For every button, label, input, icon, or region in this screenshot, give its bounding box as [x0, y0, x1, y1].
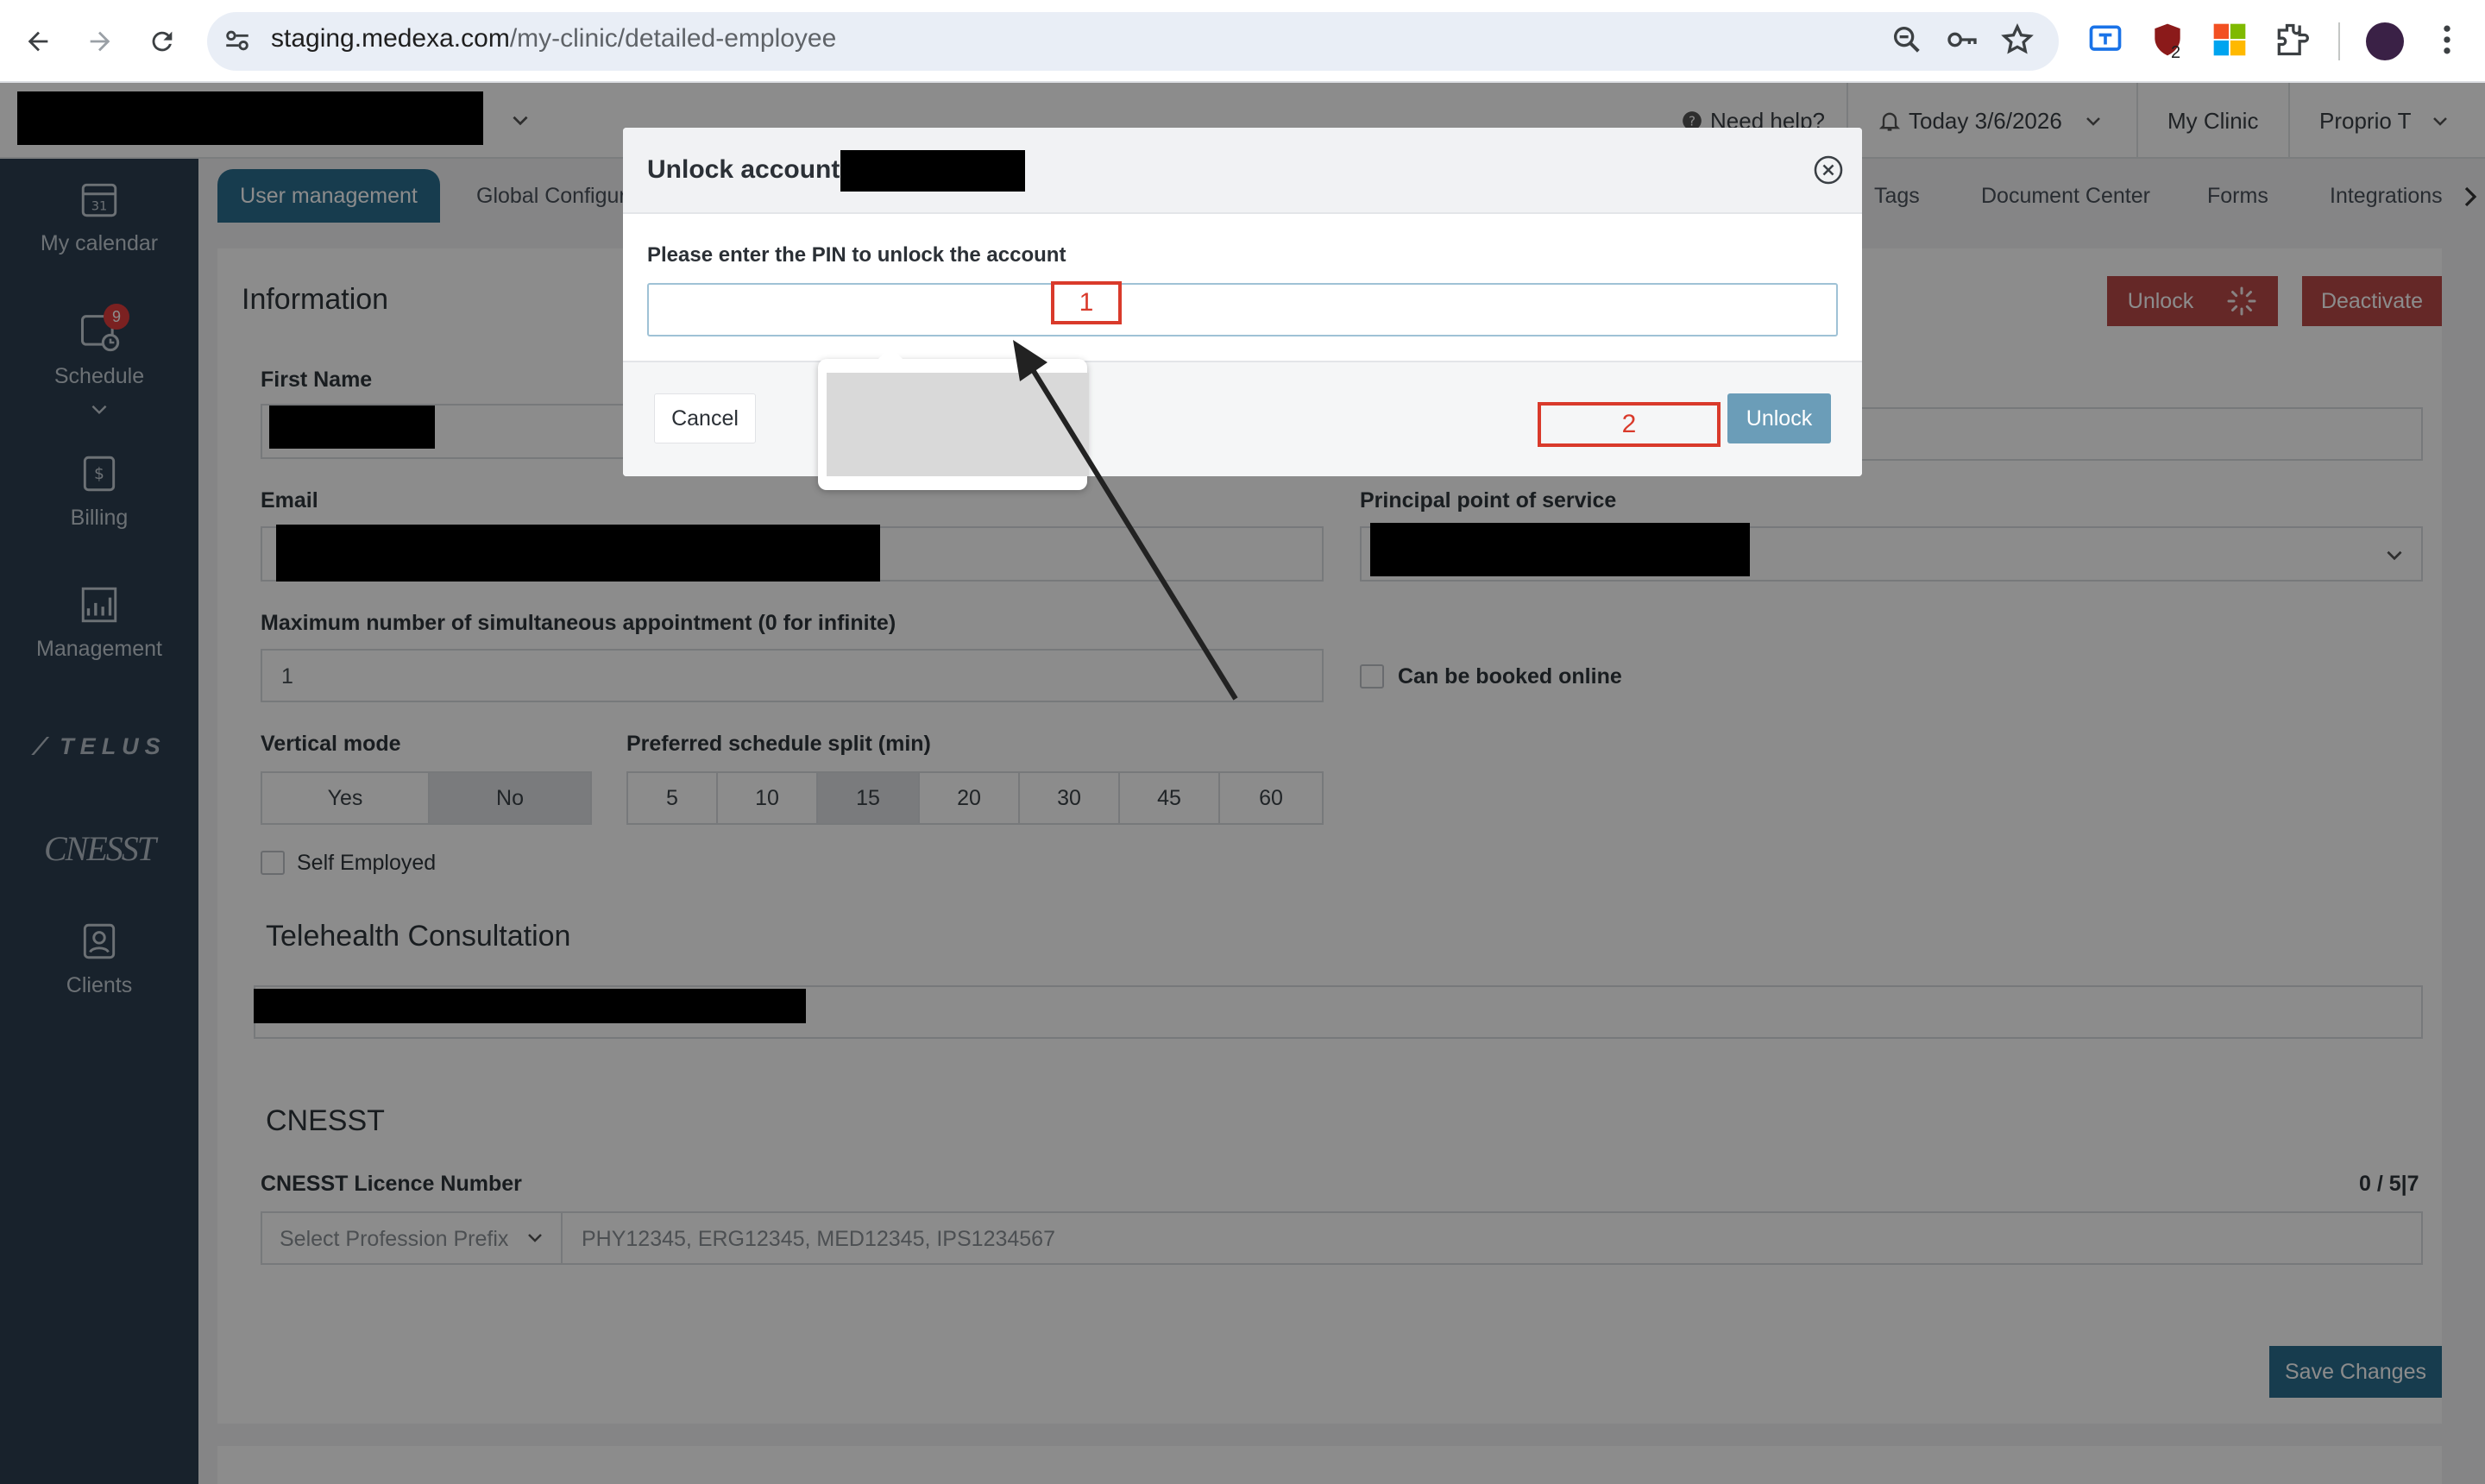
- close-icon[interactable]: [1812, 154, 1845, 186]
- arrow-left-icon: [28, 31, 48, 52]
- extension-badge: 2: [2171, 43, 2181, 62]
- microsoft-extension-icon[interactable]: [2211, 21, 2249, 59]
- annotation-number: 2: [1621, 410, 1637, 438]
- key-icon[interactable]: [1945, 22, 1979, 57]
- translate-extension-icon[interactable]: [2086, 21, 2124, 59]
- zoom-icon[interactable]: [1890, 22, 1924, 57]
- url-host: staging.medexa.com: [271, 24, 510, 53]
- cancel-button[interactable]: Cancel: [654, 393, 756, 443]
- url-path: /my-clinic/detailed-employee: [509, 24, 837, 53]
- annotation-box-1: 1: [1051, 281, 1122, 324]
- extensions-puzzle-icon[interactable]: [2273, 21, 2311, 59]
- annotation-number: 1: [1079, 288, 1094, 317]
- cancel-label: Cancel: [671, 406, 739, 431]
- forward-button[interactable]: [78, 19, 123, 64]
- unlock-button[interactable]: Unlock: [1727, 393, 1831, 443]
- site-settings-icon[interactable]: [223, 26, 252, 55]
- modal-title: Unlock account:: [647, 155, 849, 184]
- reload-button[interactable]: [140, 19, 185, 64]
- annotation-arrow: [1013, 340, 1238, 701]
- annotation-box-2: 2: [1538, 402, 1721, 447]
- url-text[interactable]: staging.medexa.com/my-clinic/detailed-em…: [271, 24, 836, 53]
- pin-label: Please enter the PIN to unlock the accou…: [647, 243, 1066, 267]
- shield-extension-icon[interactable]: [2148, 21, 2186, 59]
- arrow-right-icon: [90, 31, 110, 52]
- back-button[interactable]: [16, 19, 60, 64]
- unlock-label: Unlock: [1746, 406, 1813, 431]
- kebab-menu-icon[interactable]: [2428, 21, 2466, 59]
- popup-arrow: [877, 347, 904, 361]
- reload-icon: [152, 31, 173, 52]
- pin-input[interactable]: [647, 283, 1838, 336]
- redacted-account-name: [840, 150, 1025, 192]
- bookmark-star-icon[interactable]: [2000, 22, 2035, 57]
- profile-avatar[interactable]: [2366, 22, 2404, 60]
- toolbar-divider: [2338, 22, 2340, 60]
